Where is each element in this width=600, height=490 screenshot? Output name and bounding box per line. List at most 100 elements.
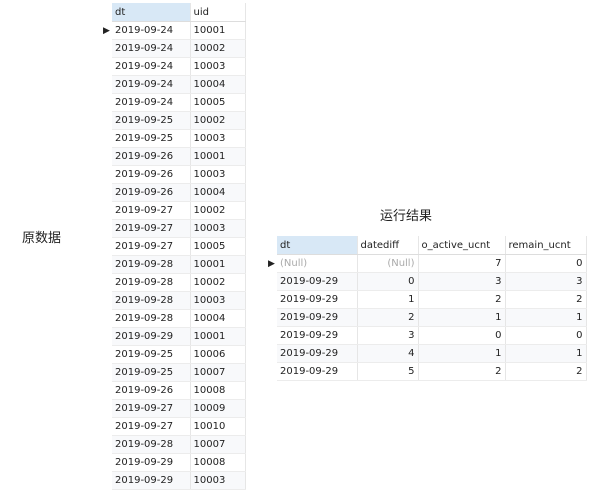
table-cell-dt[interactable]: 2019-09-29: [112, 453, 191, 472]
table-row[interactable]: 2019-09-26 10004: [103, 183, 246, 202]
table-cell-uid[interactable]: 10003: [190, 219, 246, 238]
table-cell-o-active-ucnt[interactable]: 1: [418, 344, 506, 363]
table-cell-uid[interactable]: 10008: [190, 381, 246, 400]
table-cell-remain-ucnt[interactable]: 1: [505, 344, 587, 363]
table-cell-datediff[interactable]: 2: [357, 308, 419, 327]
table-cell-dt[interactable]: 2019-09-24: [112, 21, 191, 40]
source-data-grid[interactable]: dt uid ▶ 2019-09-24 10001 2019-09-24 10002 20…: [103, 3, 246, 490]
table-row[interactable]: 2019-09-26 10003: [103, 165, 246, 184]
table-cell-uid[interactable]: 10005: [190, 93, 246, 112]
table-cell-dt[interactable]: 2019-09-24: [112, 75, 191, 94]
table-cell-dt[interactable]: 2019-09-25: [112, 129, 191, 148]
table-cell-uid[interactable]: 10002: [190, 39, 246, 58]
table-cell-uid[interactable]: 10002: [190, 273, 246, 292]
table-cell-uid[interactable]: 10001: [190, 255, 246, 274]
table-cell-uid[interactable]: 10003: [190, 291, 246, 310]
table-cell-dt[interactable]: 2019-09-29: [277, 272, 358, 291]
table-cell-uid[interactable]: 10003: [190, 57, 246, 76]
table-row[interactable]: 2019-09-29 2 1 1: [268, 308, 587, 327]
table-cell-uid[interactable]: 10001: [190, 327, 246, 346]
table-cell-uid[interactable]: 10001: [190, 147, 246, 166]
table-row[interactable]: 2019-09-29 0 3 3: [268, 272, 587, 291]
table-cell-dt[interactable]: 2019-09-26: [112, 147, 191, 166]
table-cell-o-active-ucnt[interactable]: 1: [418, 308, 506, 327]
table-cell-uid[interactable]: 10010: [190, 417, 246, 436]
table-cell-datediff[interactable]: 3: [357, 326, 419, 345]
table-cell-dt[interactable]: 2019-09-27: [112, 201, 191, 220]
table-cell-dt[interactable]: 2019-09-28: [112, 435, 191, 454]
table-row[interactable]: 2019-09-25 10003: [103, 129, 246, 148]
table-cell-o-active-ucnt[interactable]: 2: [418, 362, 506, 381]
table-row[interactable]: 2019-09-24 10002: [103, 39, 246, 58]
table-row[interactable]: 2019-09-26 10001: [103, 147, 246, 166]
table-cell-dt[interactable]: 2019-09-24: [112, 93, 191, 112]
table-row[interactable]: 2019-09-25 10002: [103, 111, 246, 130]
table-cell-dt[interactable]: 2019-09-27: [112, 219, 191, 238]
table-cell-datediff[interactable]: 5: [357, 362, 419, 381]
table-cell-uid[interactable]: 10007: [190, 435, 246, 454]
table-row[interactable]: 2019-09-28 10002: [103, 273, 246, 292]
table-cell-remain-ucnt[interactable]: 0: [505, 254, 587, 273]
table-row[interactable]: 2019-09-29 10003: [103, 471, 246, 490]
result-grid[interactable]: dt datediff o_active_ucnt remain_ucnt ▶(…: [268, 236, 587, 381]
table-cell-dt[interactable]: 2019-09-29: [277, 326, 358, 345]
table-cell-dt[interactable]: 2019-09-26: [112, 183, 191, 202]
table-cell-datediff[interactable]: (Null): [357, 254, 419, 273]
table-row[interactable]: 2019-09-27 10005: [103, 237, 246, 256]
table-cell-dt[interactable]: 2019-09-29: [277, 308, 358, 327]
column-header-dt[interactable]: dt: [112, 3, 191, 22]
table-cell-uid[interactable]: 10005: [190, 237, 246, 256]
column-header-datediff[interactable]: datediff: [357, 236, 419, 255]
table-row[interactable]: 2019-09-28 10004: [103, 309, 246, 328]
table-cell-dt[interactable]: 2019-09-29: [112, 471, 191, 490]
table-cell-dt[interactable]: 2019-09-28: [112, 291, 191, 310]
table-cell-dt[interactable]: 2019-09-29: [277, 362, 358, 381]
table-row[interactable]: 2019-09-27 10003: [103, 219, 246, 238]
table-row[interactable]: 2019-09-29 5 2 2: [268, 362, 587, 381]
table-cell-o-active-ucnt[interactable]: 3: [418, 272, 506, 291]
table-cell-dt[interactable]: 2019-09-29: [277, 344, 358, 363]
table-row[interactable]: 2019-09-27 10002: [103, 201, 246, 220]
table-row[interactable]: ▶ 2019-09-24 10001: [103, 21, 246, 40]
table-cell-dt[interactable]: 2019-09-27: [112, 417, 191, 436]
table-cell-dt[interactable]: (Null): [277, 254, 358, 273]
table-cell-uid[interactable]: 10004: [190, 75, 246, 94]
table-row[interactable]: 2019-09-29 10008: [103, 453, 246, 472]
column-header-dt[interactable]: dt: [277, 236, 358, 255]
table-row[interactable]: 2019-09-29 3 0 0: [268, 326, 587, 345]
table-cell-dt[interactable]: 2019-09-24: [112, 57, 191, 76]
table-row[interactable]: 2019-09-24 10005: [103, 93, 246, 112]
table-row[interactable]: 2019-09-29 4 1 1: [268, 344, 587, 363]
table-cell-uid[interactable]: 10008: [190, 453, 246, 472]
table-cell-uid[interactable]: 10003: [190, 165, 246, 184]
table-cell-dt[interactable]: 2019-09-25: [112, 345, 191, 364]
column-header-remain-ucnt[interactable]: remain_ucnt: [505, 236, 587, 255]
table-cell-dt[interactable]: 2019-09-28: [112, 273, 191, 292]
table-cell-remain-ucnt[interactable]: 2: [505, 362, 587, 381]
table-cell-datediff[interactable]: 1: [357, 290, 419, 309]
table-row[interactable]: 2019-09-25 10007: [103, 363, 246, 382]
table-row[interactable]: 2019-09-24 10003: [103, 57, 246, 76]
table-cell-uid[interactable]: 10006: [190, 345, 246, 364]
table-cell-uid[interactable]: 10002: [190, 111, 246, 130]
table-cell-remain-ucnt[interactable]: 1: [505, 308, 587, 327]
table-cell-uid[interactable]: 10002: [190, 201, 246, 220]
table-cell-dt[interactable]: 2019-09-25: [112, 363, 191, 382]
table-cell-o-active-ucnt[interactable]: 0: [418, 326, 506, 345]
table-cell-dt[interactable]: 2019-09-25: [112, 111, 191, 130]
table-row[interactable]: 2019-09-28 10007: [103, 435, 246, 454]
table-row[interactable]: 2019-09-29 1 2 2: [268, 290, 587, 309]
table-cell-o-active-ucnt[interactable]: 7: [418, 254, 506, 273]
table-cell-dt[interactable]: 2019-09-28: [112, 309, 191, 328]
table-cell-datediff[interactable]: 4: [357, 344, 419, 363]
table-cell-o-active-ucnt[interactable]: 2: [418, 290, 506, 309]
table-cell-datediff[interactable]: 0: [357, 272, 419, 291]
table-cell-dt[interactable]: 2019-09-26: [112, 165, 191, 184]
table-cell-remain-ucnt[interactable]: 3: [505, 272, 587, 291]
table-cell-uid[interactable]: 10001: [190, 21, 246, 40]
table-row[interactable]: ▶ (Null) (Null) 7 0: [268, 254, 587, 273]
table-row[interactable]: 2019-09-27 10010: [103, 417, 246, 436]
column-header-o-active-ucnt[interactable]: o_active_ucnt: [418, 236, 506, 255]
table-row[interactable]: 2019-09-26 10008: [103, 381, 246, 400]
table-cell-dt[interactable]: 2019-09-27: [112, 399, 191, 418]
